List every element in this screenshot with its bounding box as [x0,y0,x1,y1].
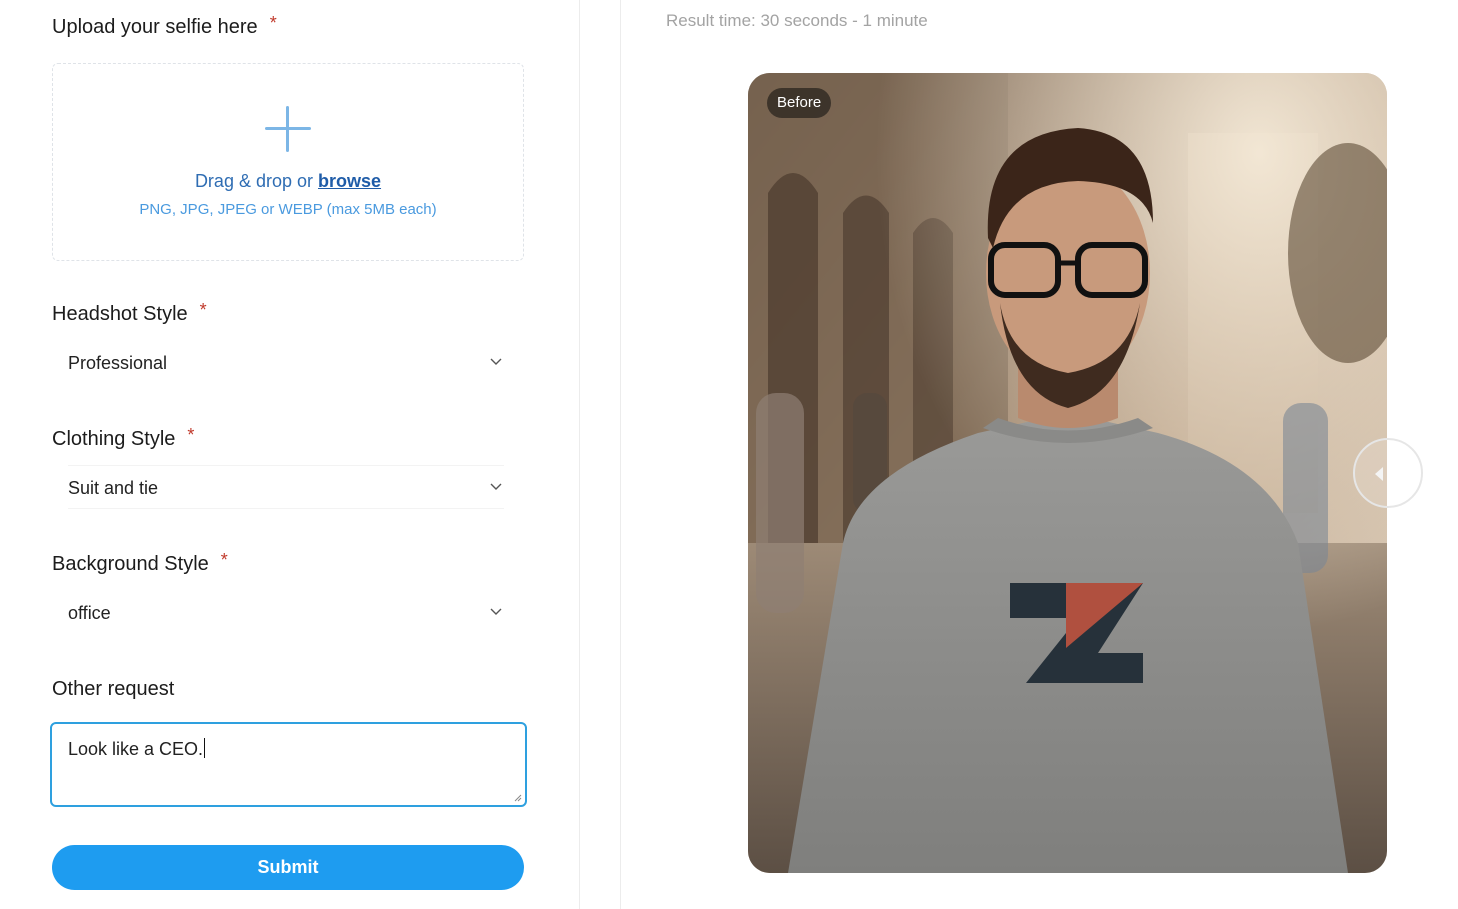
selfie-dropzone[interactable]: Drag & drop or browse PNG, JPG, JPEG or … [52,63,524,261]
chevron-down-icon [490,605,502,617]
plus-icon [265,106,311,152]
result-time-text: Result time: 30 seconds - 1 minute [666,11,928,30]
before-badge: Before [767,88,832,118]
headshot-style-label: Headshot Style * [52,300,207,326]
clothing-style-label-text: Clothing Style [52,428,176,450]
background-style-label: Background Style * [52,550,228,576]
background-style-select[interactable]: office [68,590,504,634]
compare-slider-handle[interactable] [1353,438,1423,508]
required-marker: * [187,425,195,445]
upload-label-text: Upload your selfie here [52,16,258,38]
required-marker: * [199,300,207,320]
resize-handle-icon[interactable] [514,794,522,802]
before-photo [748,73,1387,873]
clothing-style-value: Suit and tie [68,478,159,498]
form-panel: Upload your selfie here * Drag & drop or … [0,0,580,909]
panel-divider [620,0,621,909]
required-marker: * [220,550,228,570]
chevron-left-icon [1375,467,1383,481]
headshot-style-value: Professional [68,353,168,373]
other-request-textarea[interactable]: Look like a CEO. [50,722,527,807]
dropzone-instruction: Drag & drop or browse [53,171,523,192]
other-request-label: Other request [52,678,175,700]
drop-text: Drag & drop or [194,171,313,191]
clothing-style-select[interactable]: Suit and tie [68,465,504,509]
upload-label: Upload your selfie here * [52,13,277,39]
clothing-style-label: Clothing Style * [52,425,195,451]
headshot-style-select[interactable]: Professional [68,340,504,384]
text-caret [204,738,206,758]
browse-link[interactable]: browse [318,171,381,191]
required-marker: * [269,13,277,33]
submit-button[interactable]: Submit [52,845,524,890]
other-request-value: Look like a CEO. [68,739,204,759]
headshot-style-label-text: Headshot Style [52,303,188,325]
panel-divider [579,0,580,909]
background-style-value: office [68,603,111,623]
chevron-down-icon [490,480,502,492]
background-style-label-text: Background Style [52,553,209,575]
file-type-hint: PNG, JPG, JPEG or WEBP (max 5MB each) [139,201,437,218]
chevron-down-icon [490,355,502,367]
